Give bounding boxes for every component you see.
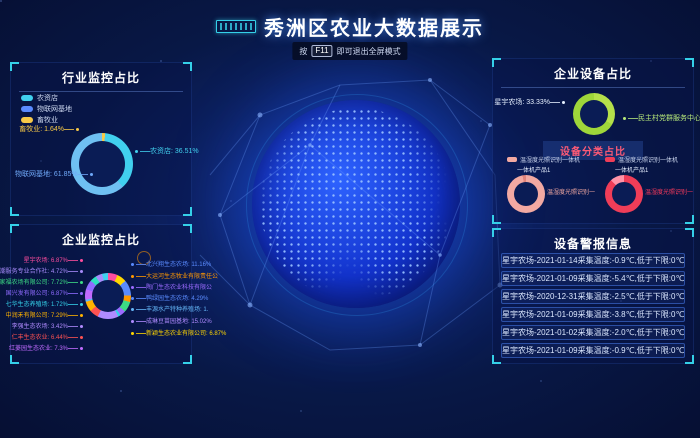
panel-title: 行业监控占比 — [11, 69, 191, 92]
industry-donut-chart[interactable] — [71, 133, 133, 195]
chart-label: 一体机产品1 — [615, 165, 648, 174]
chart-label: 星宇农场: 6.87% — [24, 255, 85, 264]
legend-item[interactable]: 物联网基地 — [21, 104, 72, 114]
chart-label: 福潮服务专业合作社: 4.72% — [0, 266, 85, 275]
chart-label: 丰源水产特种养殖场: 1. — [129, 304, 208, 313]
dashboard: 秀洲区农业大数据展示 按 F11 即可退出全屏模式 行业监控占比 农资店 物联网… — [0, 0, 700, 438]
alarm-row: 星宇农场-2021-01-14采集温度:-0.9℃,低于下限:0℃ — [501, 253, 685, 268]
device-class-donut-chart[interactable] — [507, 175, 545, 213]
background-dots-decoration — [0, 0, 2, 2]
chart-label: 北兴翔生态农场: 11.16% — [129, 259, 211, 268]
chart-label: 农资店: 36.51% — [133, 146, 199, 156]
alarm-row: 星宇农场-2021-01-09采集温度:-3.8℃,低于下限:0℃ — [501, 307, 685, 322]
header: 秀洲区农业大数据展示 — [0, 12, 700, 41]
legend-swatch — [21, 106, 33, 112]
chart-label: 仁丰生态农业: 6.44% — [12, 332, 85, 341]
chart-label: 国兴发有限公司: 6.87% — [6, 288, 85, 297]
alarm-row: 星宇农场-2021-01-09采集温度:-5.4℃,低于下限:0℃ — [501, 271, 685, 286]
device-class-chart: 温湿度光照识别一体机 一体机产品1 温湿度光照识别一 — [495, 155, 589, 221]
alarm-row: 星宇农场-2021-01-09采集温度:-0.9℃,低于下限:0℃ — [501, 343, 685, 358]
chart-label: 民主村党群服务中心: — [621, 113, 700, 123]
header-badge-icon — [216, 20, 256, 33]
chart-label: 中润禾有限公司: 7.29% — [6, 310, 85, 319]
legend-label: 温湿度光照识别一体机 — [520, 155, 580, 164]
panel-title: 企业设备占比 — [493, 65, 693, 88]
network-lines-decoration — [190, 55, 520, 375]
chart-label: 温湿度光照识别一 — [547, 187, 595, 196]
legend-item[interactable]: 温湿度光照识别一体机 — [605, 155, 678, 164]
chart-label: 家福农场有限公司: 7.72% — [0, 277, 85, 286]
chart-label: 新颖生态农业有限公司: 6.87% — [129, 328, 226, 337]
chart-label: 成琳豆苗园基地: 15.02% — [129, 316, 212, 325]
legend-swatch — [605, 157, 615, 162]
chart-label: 大运河生态牧业有限责任公 — [129, 271, 218, 280]
alarm-row: 星宇农场-2020-12-31采集温度:-2.5℃,低于下限:0℃ — [501, 289, 685, 304]
panel-title: 设备警报信息 — [493, 235, 693, 252]
enterprise-monitor-panel: 企业监控占比 星宇农场: 6.87% 福潮服务专业合作社: 4.72% 家福农场… — [10, 224, 192, 364]
page-title: 秀洲区农业大数据展示 — [264, 12, 484, 41]
legend-item[interactable]: 温湿度光照识别一体机 — [507, 155, 580, 164]
enterprise-donut-chart[interactable] — [85, 273, 131, 319]
alarm-row: 星宇农场-2021-01-02采集温度:-2.0℃,低于下限:0℃ — [501, 325, 685, 340]
chart-label: 星宇农场: 33.33% — [494, 97, 567, 107]
hint-prefix: 按 — [299, 46, 307, 57]
chart-label: 畜牧业: 1.64% — [13, 124, 81, 134]
legend-item[interactable]: 农资店 — [21, 93, 58, 103]
legend-swatch — [507, 157, 517, 162]
chart-label: 红菱园生态农业: 7.3% — [9, 343, 85, 352]
panel-title: 企业监控占比 — [11, 231, 191, 248]
chart-label: 陶门生态农业科技有限公 — [129, 282, 212, 291]
chart-label: 温湿度光照识别一 — [645, 187, 693, 196]
equipment-donut-chart[interactable] — [573, 93, 615, 135]
legend-label: 农资店 — [37, 93, 58, 103]
device-class-chart: 温湿度光照识别一体机 一体机产品1 温湿度光照识别一 — [593, 155, 687, 221]
equipment-panel: 企业设备占比 星宇农场: 33.33% 民主村党群服务中心: 设备分类占比 温湿… — [492, 58, 694, 224]
f11-key-icon: F11 — [311, 45, 332, 57]
legend-swatch — [21, 95, 33, 101]
alarm-panel: 设备警报信息 星宇农场-2021-01-14采集温度:-0.9℃,低于下限:0℃… — [492, 228, 694, 364]
chart-label: 七华生态养殖场: 1.72% — [6, 299, 85, 308]
legend-swatch — [21, 117, 33, 123]
chart-label: 鸭绿园生态农场: 4.29% — [129, 293, 208, 302]
device-class-donut-chart[interactable] — [605, 175, 643, 213]
legend-label: 物联网基地 — [37, 104, 72, 114]
legend-label: 温湿度光照识别一体机 — [618, 155, 678, 164]
chart-label: 物联网基地: 61.85% — [15, 169, 95, 179]
hint-suffix: 即可退出全屏模式 — [337, 46, 401, 57]
industry-monitor-panel: 行业监控占比 农资店 物联网基地 畜牧业 畜牧业: 1.64% 农资店: 36.… — [10, 62, 192, 216]
chart-label: 一体机产品1 — [517, 165, 550, 174]
fullscreen-hint: 按 F11 即可退出全屏模式 — [292, 42, 407, 60]
chart-label: 李强生态农场: 3.42% — [12, 321, 85, 330]
